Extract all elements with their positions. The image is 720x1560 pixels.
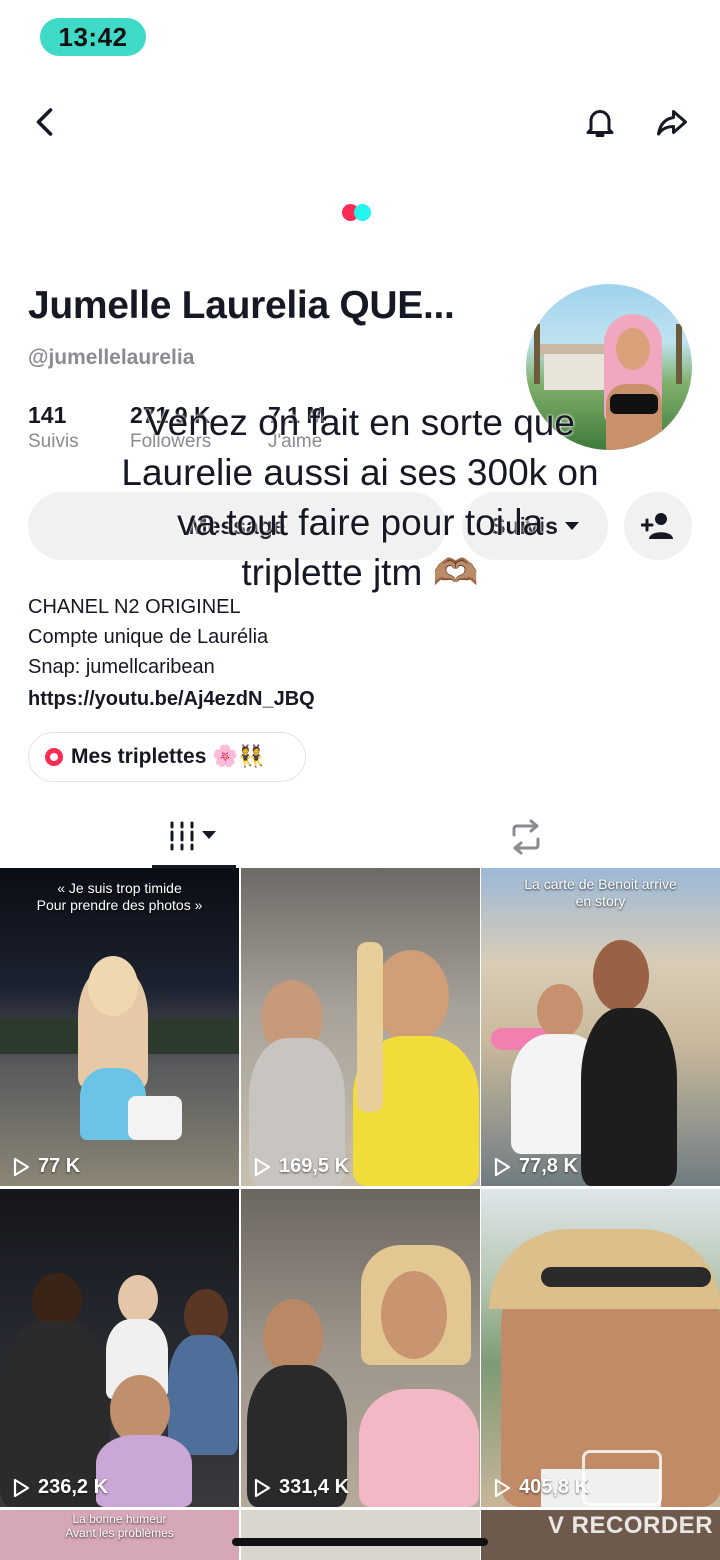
play-icon xyxy=(494,1157,511,1176)
video-thumbnail[interactable]: 331,4 K xyxy=(241,1189,480,1507)
back-button[interactable] xyxy=(22,98,70,146)
grid-icon xyxy=(170,821,216,850)
view-count-value: 77,8 K xyxy=(519,1155,578,1177)
view-count-value: 331,4 K xyxy=(279,1476,350,1498)
view-count-value: 405,8 K xyxy=(519,1476,590,1498)
video-thumbnail[interactable]: La carte de Benoit arrive en story 77,8 … xyxy=(481,868,720,1186)
bio-line: CHANEL N2 ORIGINEL xyxy=(28,596,241,618)
recorder-watermark: V RECORDER xyxy=(548,1512,714,1539)
play-icon xyxy=(13,1478,30,1497)
tab-videos[interactable] xyxy=(152,806,236,868)
bell-icon xyxy=(586,110,614,137)
profile-bio: CHANEL N2 ORIGINEL Compte unique de Laur… xyxy=(28,592,315,714)
video-text-overlay: Venez on fait en sorte que Laurelie auss… xyxy=(121,402,599,593)
play-icon xyxy=(254,1478,271,1497)
video-caption: La carte de Benoit arrive en story xyxy=(524,876,677,909)
view-count: 331,4 K xyxy=(251,1476,349,1499)
tab-reposts[interactable] xyxy=(486,806,566,868)
playlist-label: Mes triplettes 🌸👯 xyxy=(71,745,265,768)
video-caption: La bonne humeur Avant les problèmes xyxy=(65,1512,174,1540)
loading-indicator xyxy=(342,202,382,222)
share-button[interactable] xyxy=(648,98,696,146)
bio-link[interactable]: https://youtu.be/Aj4ezdN_JBQ xyxy=(28,684,315,714)
bio-line: Snap: jumellcaribean xyxy=(28,656,215,678)
view-count-value: 77 K xyxy=(38,1155,81,1177)
video-thumbnail[interactable]: 236,2 K xyxy=(0,1189,239,1507)
share-arrow-icon xyxy=(657,110,687,136)
profile-username: @jumellelaurelia xyxy=(28,346,195,369)
view-count: 236,2 K xyxy=(10,1476,108,1499)
video-thumbnail[interactable]: La bonne humeur Avant les problèmes xyxy=(0,1510,239,1560)
play-icon xyxy=(13,1157,30,1176)
video-thumbnail[interactable] xyxy=(241,1510,480,1560)
profile-display-name: Jumelle Laurelia QUE... xyxy=(28,284,455,327)
view-count-value: 236,2 K xyxy=(38,1476,109,1498)
video-thumbnail[interactable]: « Je suis trop timide Pour prendre des p… xyxy=(0,868,239,1186)
play-icon xyxy=(254,1157,271,1176)
repost-icon xyxy=(512,819,540,855)
play-icon xyxy=(494,1478,511,1497)
view-count: 77 K xyxy=(10,1155,80,1178)
screen-recorder-icon xyxy=(582,1450,662,1506)
home-indicator[interactable] xyxy=(232,1538,488,1546)
profile-tabs xyxy=(0,806,720,868)
bio-line: Compte unique de Laurélia xyxy=(28,626,269,648)
view-count: 169,5 K xyxy=(251,1155,349,1178)
chevron-left-icon xyxy=(36,108,53,136)
playlist-chip[interactable]: Mes triplettes 🌸👯 xyxy=(28,732,306,782)
playlist-icon xyxy=(45,748,63,766)
view-count-value: 169,5 K xyxy=(279,1155,350,1177)
view-count: 77,8 K xyxy=(491,1155,578,1178)
video-thumbnail[interactable]: 169,5 K xyxy=(241,868,480,1186)
status-time: 13:42 xyxy=(40,18,146,56)
video-caption: « Je suis trop timide Pour prendre des p… xyxy=(36,880,203,913)
view-count: 405,8 K xyxy=(491,1476,589,1499)
notifications-button[interactable] xyxy=(576,98,624,146)
